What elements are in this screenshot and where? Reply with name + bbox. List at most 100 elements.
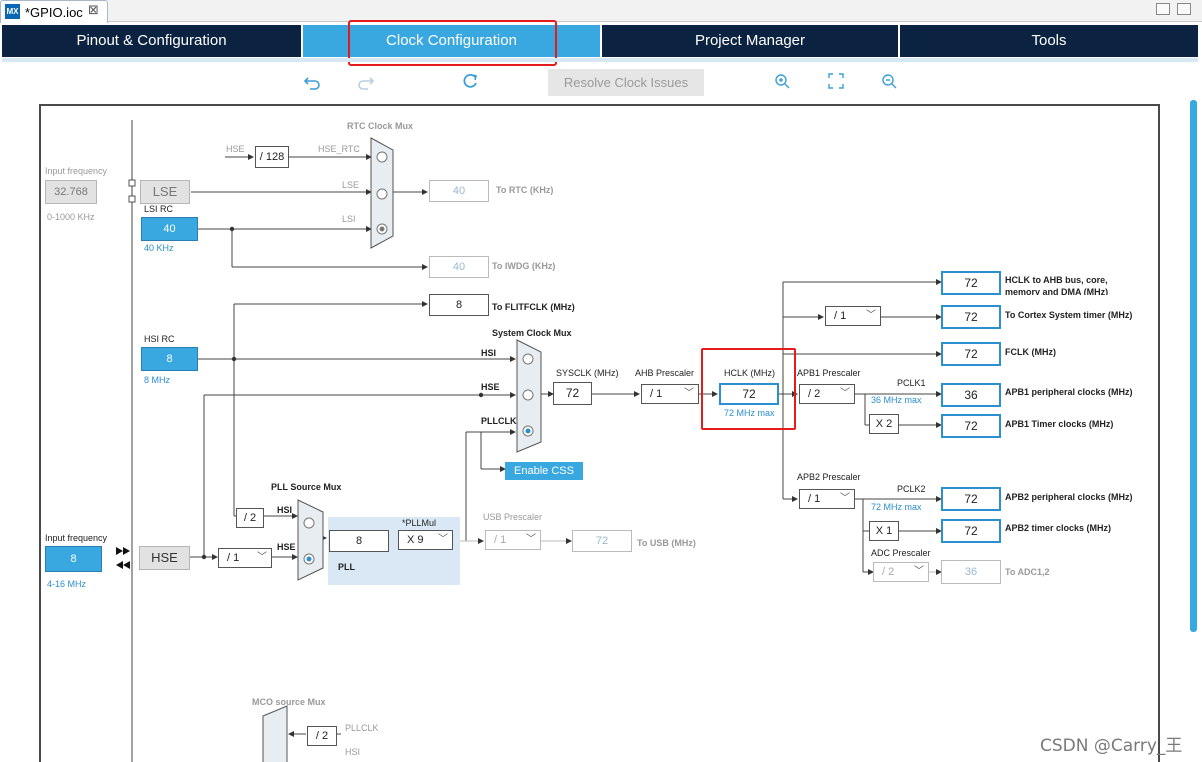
zoom-out-icon[interactable] (878, 70, 900, 92)
apb2-prescaler-label: APB2 Prescaler (797, 472, 861, 482)
apb2-peripheral-output-label: APB2 peripheral clocks (MHz) (1005, 492, 1133, 502)
stm32cubemx-window: MX *GPIO.ioc ⊠ Pinout & Configuration Cl… (0, 0, 1202, 762)
tab-pinout-configuration[interactable]: Pinout & Configuration (2, 25, 303, 57)
hclk-ahb-output-label: HCLK to AHB bus, core, (1005, 275, 1108, 285)
rtc-lse-label: LSE (342, 180, 360, 190)
hse-prescaler-select[interactable]: / 1 ﹀ (218, 548, 272, 568)
fclk-output-field[interactable]: 72 (941, 342, 1001, 366)
pll-input-field[interactable]: 8 (329, 530, 389, 552)
iwdg-output-label: To IWDG (KHz) (492, 261, 556, 271)
cubemx-icon: MX (5, 4, 20, 19)
hse-frequency-input[interactable]: 8 (45, 546, 102, 572)
pllmul-value: X 9 (407, 534, 424, 546)
pll-hsi-div-box: / 2 (236, 508, 264, 528)
lse-block[interactable]: LSE (140, 180, 190, 204)
apb1-peripheral-output-field[interactable]: 36 (941, 383, 1001, 407)
pclk2-label: PCLK2 (897, 484, 926, 494)
pll-hsi-label: HSI (277, 505, 293, 515)
fit-icon[interactable] (825, 70, 847, 92)
cortex-prescaler-select[interactable]: / 1 ﹀ (825, 306, 881, 326)
pllmul-select[interactable]: X 9 ﹀ (398, 530, 453, 550)
sysclk-label: SYSCLK (MHz) (556, 368, 619, 378)
chevron-down-icon: ﹀ (840, 493, 850, 504)
apb2-peripheral-output-field[interactable]: 72 (941, 487, 1001, 511)
resolve-clock-issues-button[interactable]: Resolve Clock Issues (548, 69, 704, 96)
pclk1-label: PCLK1 (897, 378, 926, 388)
editor-tab-title: *GPIO.ioc (25, 5, 83, 20)
editor-tab-gpio[interactable]: MX *GPIO.ioc ⊠ (0, 0, 108, 23)
apb2-prescaler-select[interactable]: / 1 ﹀ (799, 489, 855, 509)
tab-project-manager[interactable]: Project Manager (602, 25, 900, 57)
usb-prescaler-select[interactable]: / 1 ﹀ (485, 530, 541, 550)
rtc-hse-label: HSE (226, 144, 245, 154)
hsi-rc-label: HSI RC (144, 334, 175, 344)
chevron-down-icon: ﹀ (866, 310, 876, 321)
mco-hsi-label: HSI (345, 747, 361, 757)
hse-input-frequency-label: Input frequency (45, 533, 108, 543)
pll-source-mux-label: PLL Source Mux (271, 482, 342, 492)
scrollbar-thumb[interactable] (1190, 100, 1197, 632)
usb-prescaler-value: / 1 (494, 534, 507, 546)
flitfclk-output-field[interactable]: 8 (429, 294, 489, 316)
apb1-timer-multiplier: X 2 (869, 414, 899, 434)
maximize-icon[interactable] (1177, 3, 1191, 15)
adc-prescaler-label: ADC Prescaler (871, 548, 931, 558)
chevron-down-icon: ﹀ (257, 552, 267, 563)
hse-rtc-label: HSE_RTC (318, 144, 360, 154)
undo-icon[interactable] (301, 70, 323, 92)
usb-output-field[interactable]: 72 (572, 530, 632, 552)
apb1-prescaler-select[interactable]: / 2 ﹀ (799, 384, 855, 404)
mco-source-mux-label: MCO source Mux (252, 697, 326, 707)
adc-prescaler-select[interactable]: / 2 ﹀ (873, 562, 929, 582)
apb2-timer-output-field[interactable]: 72 (941, 519, 1001, 543)
sysmux-hsi-label: HSI (481, 348, 497, 358)
refresh-icon[interactable] (459, 70, 481, 92)
lsi-block[interactable]: 40 (141, 217, 198, 241)
adc-prescaler-value: / 2 (882, 566, 895, 578)
adc-output-label: To ADC1,2 (1005, 567, 1050, 577)
system-clock-mux-label: System Clock Mux (492, 328, 572, 338)
hclk-ahb-output-field[interactable]: 72 (941, 271, 1001, 295)
lse-range-label: 0-1000 KHz (47, 212, 95, 222)
usb-output-label: To USB (MHz) (637, 538, 696, 548)
hsi-mhz-label: 8 MHz (144, 375, 171, 385)
apb1-timer-output-field[interactable]: 72 (941, 414, 1001, 438)
watermark: CSDN @Carry_王 (1040, 736, 1183, 756)
tab-tools[interactable]: Tools (900, 25, 1198, 57)
lsi-rc-label: LSI RC (144, 204, 174, 214)
apb1-peripheral-output-label: APB1 peripheral clocks (MHz) (1005, 387, 1133, 397)
rtc-output-field[interactable]: 40 (429, 180, 489, 202)
cortex-timer-output-field[interactable]: 72 (941, 305, 1001, 329)
hse-block[interactable]: HSE (139, 546, 190, 570)
pll-label: PLL (338, 562, 355, 572)
main-tab-bar: Pinout & Configuration Clock Configurati… (2, 25, 1198, 57)
pll-hse-label: HSE (277, 542, 296, 552)
close-tab-icon[interactable]: ⊠ (88, 3, 99, 18)
sysclk-field[interactable]: 72 (553, 382, 592, 405)
lse-frequency-input[interactable]: 32.768 (45, 180, 97, 204)
hse-div128-box: / 128 (255, 146, 289, 168)
flitfclk-output-label: To FLITFCLK (MHz) (492, 302, 575, 312)
rtc-output-label: To RTC (KHz) (496, 185, 554, 195)
rtc-lsi-label: LSI (342, 214, 356, 224)
minimize-icon[interactable] (1156, 3, 1170, 15)
redo-icon[interactable] (355, 70, 377, 92)
sysmux-hse-label: HSE (481, 382, 500, 392)
apb1-prescaler-label: APB1 Prescaler (797, 368, 861, 378)
zoom-in-icon[interactable] (771, 70, 793, 92)
sysmux-pllclk-label: PLLCLK (481, 416, 517, 426)
apb1-timer-output-label: APB1 Timer clocks (MHz) (1005, 419, 1114, 429)
apb1-prescaler-value: / 2 (808, 388, 821, 400)
chevron-down-icon: ﹀ (526, 534, 536, 545)
toolbar-divider (2, 58, 1198, 62)
iwdg-output-field[interactable]: 40 (429, 256, 489, 278)
adc-output-field[interactable]: 36 (941, 560, 1001, 584)
hsi-block[interactable]: 8 (141, 347, 198, 371)
enable-css-button[interactable]: Enable CSS (505, 462, 583, 480)
hclk-ahb-output-label-line2: memory and DMA (MHz) (1005, 287, 1109, 295)
usb-prescaler-label: USB Prescaler (483, 512, 543, 522)
fclk-output-label: FCLK (MHz) (1005, 347, 1056, 357)
ahb-prescaler-select[interactable]: / 1 ﹀ (641, 384, 699, 404)
apb2-prescaler-value: / 1 (808, 493, 821, 505)
chevron-down-icon: ﹀ (840, 388, 850, 399)
